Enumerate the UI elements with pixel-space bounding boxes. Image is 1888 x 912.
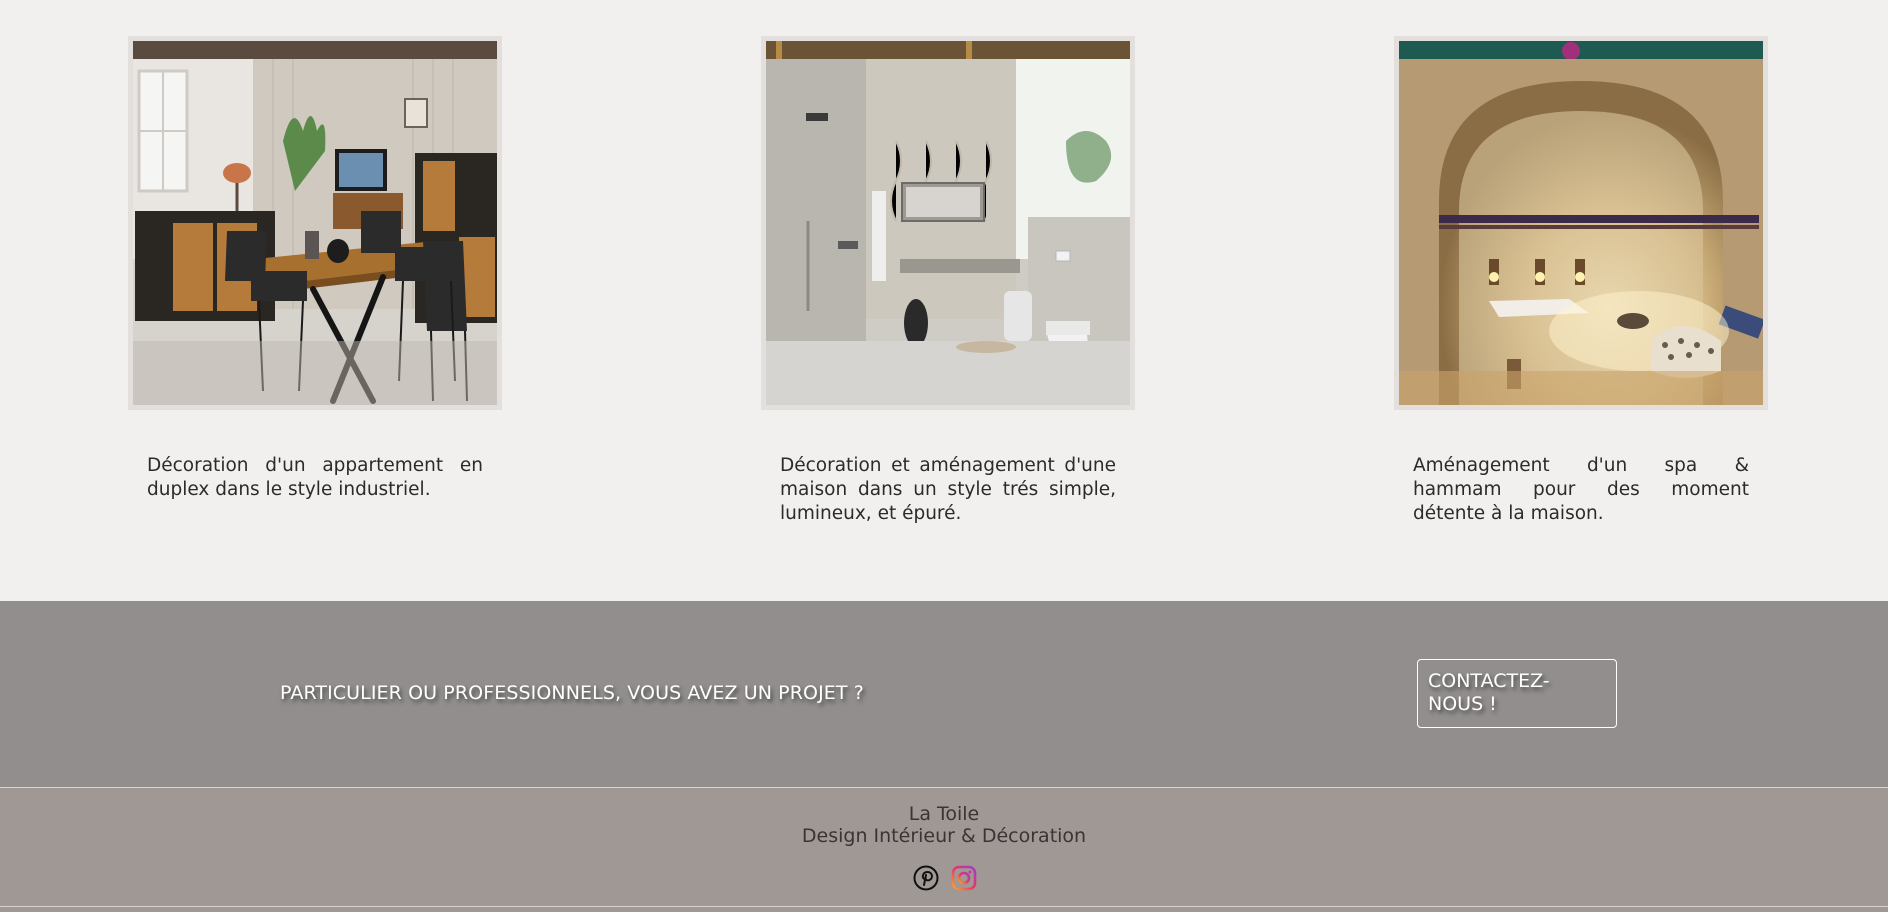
projects-section: Décoration d'un appartement en duplex da… <box>0 0 1888 601</box>
project-image-hammam[interactable] <box>1399 41 1763 405</box>
project-description-3: Aménagement d'un spa & hammam pour des m… <box>1413 455 1749 524</box>
brand-tagline: Design Intérieur & Décoration <box>801 825 1087 847</box>
project-image-frame <box>128 36 502 410</box>
project-description-2: Décoration et aménagement d'une maison d… <box>780 455 1116 524</box>
contact-button-label-line1: CONTACTEZ- <box>1428 670 1550 692</box>
project-image-frame <box>1394 36 1768 410</box>
bottom-band <box>0 907 1888 912</box>
pinterest-icon[interactable] <box>913 865 939 891</box>
contact-button-label-line2: NOUS ! <box>1428 693 1497 715</box>
instagram-icon[interactable] <box>951 865 977 891</box>
cta-text: PARTICULIER OU PROFESSIONNELS, VOUS AVEZ… <box>280 682 864 704</box>
project-image-bathroom[interactable] <box>766 41 1130 405</box>
brand-name: La Toile <box>908 803 980 825</box>
contact-button[interactable]: CONTACTEZ- NOUS ! <box>1417 659 1617 728</box>
project-image-frame <box>761 36 1135 410</box>
project-description-1: Décoration d'un appartement en duplex da… <box>147 455 483 500</box>
project-image-industrial-dining[interactable] <box>133 41 497 405</box>
footer-brand: La Toile Design Intérieur & Décoration <box>0 803 1888 847</box>
